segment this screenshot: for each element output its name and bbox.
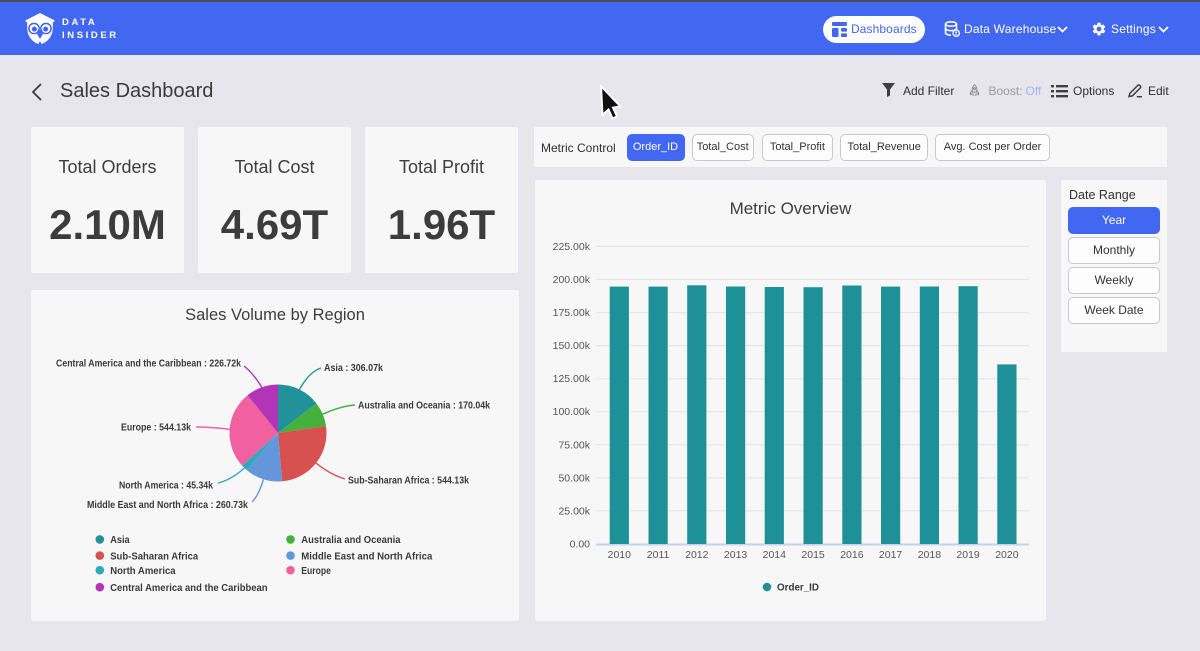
- svg-text:2018: 2018: [918, 549, 942, 561]
- svg-text:2016: 2016: [840, 549, 864, 561]
- svg-text:2013: 2013: [724, 549, 748, 561]
- svg-text:125.00k: 125.00k: [553, 373, 591, 385]
- svg-text:225.00k: 225.00k: [553, 241, 591, 253]
- svg-text:175.00k: 175.00k: [553, 307, 591, 319]
- svg-text:Central America and the Caribb: Central America and the Caribbean : 226.…: [56, 358, 241, 370]
- svg-text:North America: North America: [110, 565, 176, 577]
- svg-text:2011: 2011: [647, 549, 670, 561]
- svg-text:North America : 45.34k: North America : 45.34k: [119, 480, 213, 492]
- svg-text:Asia : 306.07k: Asia : 306.07k: [324, 362, 383, 374]
- svg-text:Australia and Oceania : 170.04: Australia and Oceania : 170.04k: [358, 400, 490, 412]
- svg-text:200.00k: 200.00k: [553, 274, 591, 286]
- svg-text:150.00k: 150.00k: [553, 340, 591, 352]
- svg-text:Middle East and North Africa: Middle East and North Africa: [301, 550, 432, 562]
- svg-text:Sub-Saharan Africa : 544.13k: Sub-Saharan Africa : 544.13k: [348, 475, 469, 487]
- svg-text:25.00k: 25.00k: [558, 505, 590, 517]
- svg-text:Australia and Oceania: Australia and Oceania: [301, 534, 400, 546]
- svg-text:2019: 2019: [956, 549, 980, 561]
- svg-text:2010: 2010: [608, 549, 632, 561]
- svg-text:100.00k: 100.00k: [553, 406, 591, 418]
- svg-text:Europe: Europe: [301, 565, 331, 577]
- svg-text:0.00: 0.00: [570, 539, 591, 551]
- svg-text:Middle East and North Africa :: Middle East and North Africa : 260.73k: [87, 499, 248, 511]
- svg-text:Sub-Saharan Africa: Sub-Saharan Africa: [110, 550, 198, 562]
- svg-text:Order_ID: Order_ID: [777, 582, 819, 594]
- svg-text:Central America and the Caribb: Central America and the Caribbean: [110, 582, 267, 594]
- svg-text:2015: 2015: [801, 549, 825, 561]
- svg-text:50.00k: 50.00k: [558, 472, 590, 484]
- svg-text:2012: 2012: [685, 549, 709, 561]
- svg-text:Europe : 544.13k: Europe : 544.13k: [121, 422, 191, 434]
- svg-text:Asia: Asia: [110, 534, 130, 546]
- svg-text:2014: 2014: [763, 549, 787, 561]
- svg-text:2017: 2017: [879, 549, 903, 561]
- svg-text:2020: 2020: [995, 549, 1019, 561]
- svg-text:75.00k: 75.00k: [558, 439, 590, 451]
